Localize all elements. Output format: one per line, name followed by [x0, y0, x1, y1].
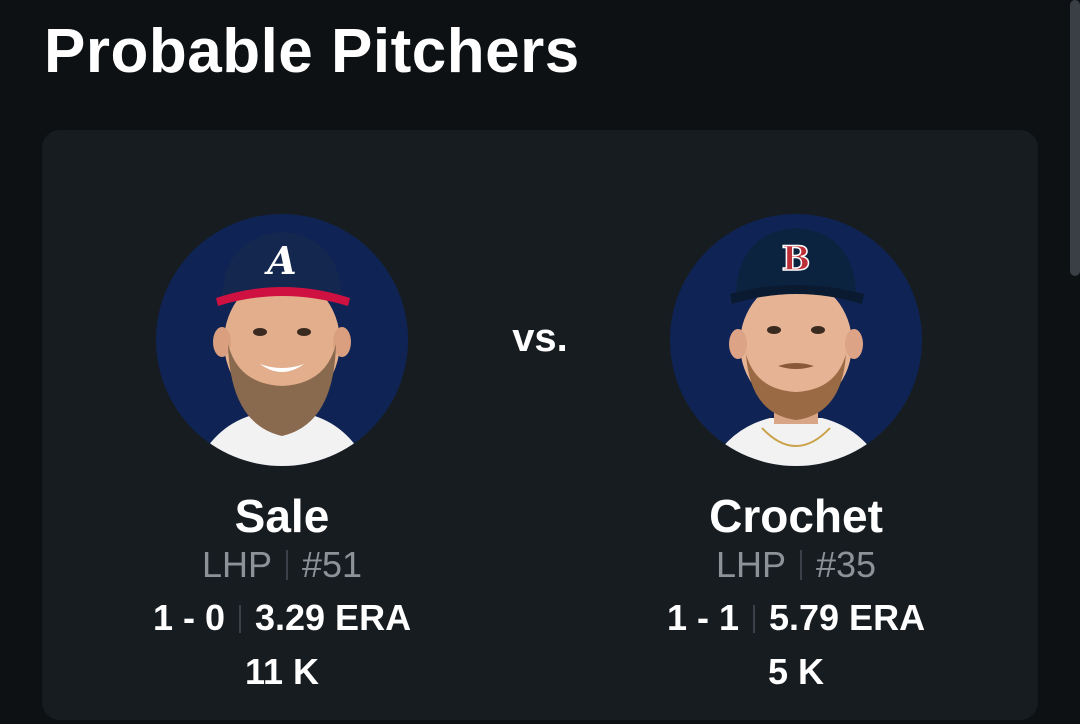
- page-title: Probable Pitchers: [44, 17, 580, 86]
- divider: [799, 550, 802, 580]
- vs-label: vs.: [512, 316, 568, 360]
- pitcher-away-headshot: B: [710, 228, 882, 466]
- pitcher-home-name[interactable]: Sale: [102, 488, 462, 544]
- pitcher-away-record: 1 - 1: [666, 597, 739, 638]
- divider: [238, 605, 241, 633]
- pitcher-away-stats: 1 - 1 5.79 ERA: [616, 596, 976, 640]
- divider: [752, 605, 755, 633]
- pitcher-home-meta: LHP #51: [102, 544, 462, 586]
- pitcher-home-stats: 1 - 0 3.29 ERA: [102, 596, 462, 640]
- pitcher-away-number: #35: [815, 544, 877, 585]
- matchup-card[interactable]: A Sale LHP #51 1 - 0 3.29 ERA 11 K vs. B…: [42, 130, 1038, 720]
- pitcher-home-avatar[interactable]: A: [156, 214, 408, 466]
- divider: [285, 550, 288, 580]
- cap-logo: B: [782, 239, 811, 279]
- pitcher-home-headshot: A: [196, 232, 368, 466]
- pitcher-away-strikeouts: 5 K: [767, 651, 825, 692]
- probable-pitchers-screen: Probable Pitchers A Sale LHP #51 1 - 0 3…: [0, 0, 1080, 724]
- pitcher-away-avatar[interactable]: B: [670, 214, 922, 466]
- pitcher-home-throws: LHP: [201, 544, 272, 585]
- pitcher-away-era: 5.79 ERA: [768, 597, 926, 638]
- pitcher-away-throws: LHP: [715, 544, 786, 585]
- pitcher-home-number: #51: [301, 544, 363, 585]
- pitcher-home-record: 1 - 0: [152, 597, 225, 638]
- scrollbar[interactable]: [1070, 0, 1080, 276]
- cap-logo: A: [264, 238, 296, 283]
- pitcher-home-era: 3.29 ERA: [254, 597, 412, 638]
- pitcher-away-name[interactable]: Crochet: [616, 488, 976, 544]
- pitcher-home[interactable]: A Sale LHP #51 1 - 0 3.29 ERA 11 K: [102, 214, 462, 694]
- pitcher-home-strikeouts: 11 K: [244, 651, 320, 692]
- pitcher-away-meta: LHP #35: [616, 544, 976, 586]
- pitcher-away[interactable]: B Crochet LHP #35 1 - 1 5.79 ERA 5 K: [616, 214, 976, 694]
